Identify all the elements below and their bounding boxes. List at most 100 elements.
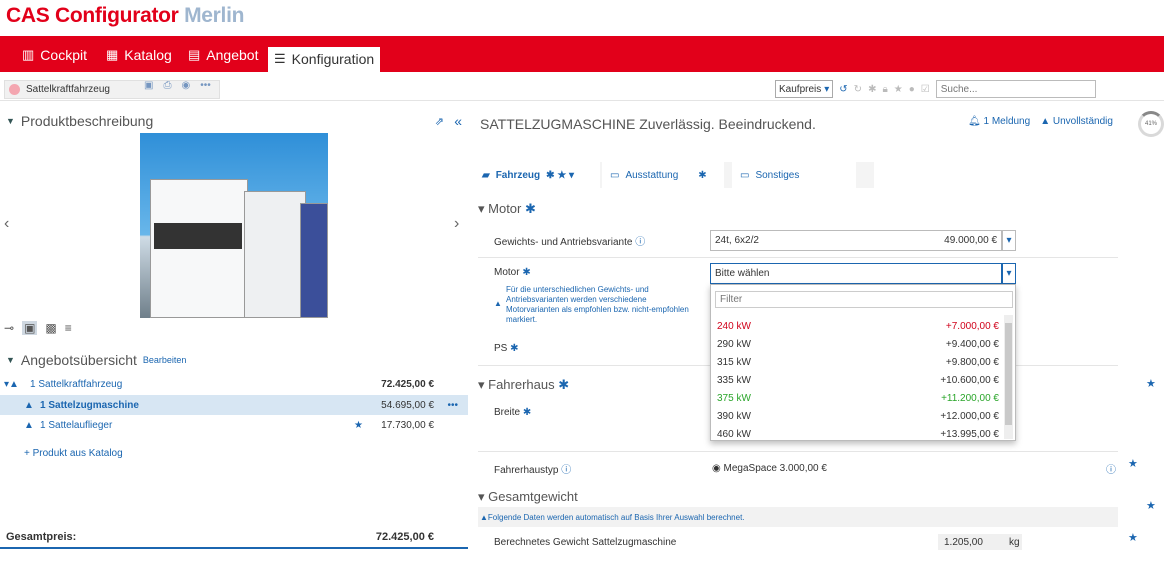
undo-icon[interactable]: ↺ [839, 84, 847, 95]
list-item[interactable]: ▾▲ 1 Sattelkraftfahrzeug 72.425,00 € [0, 374, 468, 394]
star-icon[interactable]: ★ [1128, 457, 1138, 470]
tab-angebot[interactable]: ▤ Angebot [184, 47, 262, 72]
field1-label: Gewichts- und Antriebsvariante [494, 237, 633, 248]
tab-ausstattung[interactable]: ▭ Ausstattung ✱ [602, 162, 724, 188]
eye-icon[interactable]: ◉ [181, 80, 190, 91]
tab-label: Angebot [206, 47, 259, 63]
dropdown-option[interactable]: 315 kW +9.800,00 € [715, 353, 1001, 371]
tab-cockpit[interactable]: ▥ Cockpit [18, 47, 91, 72]
add-product-link[interactable]: + Produkt aus Katalog [24, 443, 123, 463]
progress-ring: 41% [1138, 111, 1164, 137]
row-label: 1 Sattelkraftfahrzeug [30, 378, 123, 390]
fahrerhaustyp-option[interactable]: ◉ MegaSpace 3.000,00 € [712, 463, 827, 474]
info-text: Folgende Daten werden automatisch auf Ba… [487, 512, 745, 522]
tab-label: Sonstiges [755, 169, 800, 181]
section-angebotsuebersicht[interactable]: ▼ Angebotsübersicht Bearbeiten [6, 352, 186, 368]
section-produktbeschreibung[interactable]: ▼ Produktbeschreibung ⇗ « [6, 113, 466, 129]
edit-link[interactable]: Bearbeiten [143, 355, 187, 365]
list-item[interactable]: ▲ 1 Sattelauflieger ★ 17.730,00 € [0, 415, 468, 435]
group-gesamtgewicht[interactable]: ▾ Gesamtgewicht [478, 489, 578, 505]
brand-word-configurator: Configurator [55, 4, 179, 27]
list-icon[interactable]: ≡ [65, 321, 72, 335]
print-icon[interactable]: ⎙ [163, 80, 171, 91]
option-price: +11.200,00 € [941, 392, 999, 404]
tab-label: Ausstattung [625, 169, 679, 181]
status-bar: 🔔︎ 1 Meldung ▲ Unvollständig [968, 116, 1113, 127]
search-input[interactable] [935, 80, 1096, 98]
motor-select[interactable]: Bitte wählen [710, 263, 1002, 284]
dropdown-option[interactable]: 290 kW +9.400,00 € [715, 335, 1001, 353]
star-icon[interactable]: ★ [1146, 377, 1156, 390]
app-title: CAS Configurator Merlin [6, 4, 244, 34]
star-icon[interactable]: ★ [1128, 531, 1138, 544]
warning-icon: ▲ [24, 419, 34, 431]
star-icon[interactable]: ★ [894, 84, 903, 95]
info-box: ▲ Folgende Daten werden automatisch auf … [478, 507, 1118, 527]
collapse-icon[interactable]: « [454, 113, 462, 129]
scrollbar-thumb[interactable] [1005, 323, 1012, 425]
info-icon[interactable]: ⓘ [561, 465, 571, 476]
list-item-selected[interactable]: ▲ 1 Sattelzugmaschine 54.695,00 € ••• [0, 395, 468, 415]
dropdown-option[interactable]: 375 kW +11.200,00 € [715, 389, 1001, 407]
price-mode-label: Kaufpreis [779, 83, 822, 95]
group-fahrerhaus[interactable]: ▾ Fahrerhaus ✱ [478, 377, 569, 393]
lock-icon[interactable]: 🔒︎ [882, 84, 887, 95]
landscape-icon[interactable]: ▩ [45, 321, 56, 335]
prev-image-icon[interactable]: ‹ [4, 215, 9, 233]
price-mode-select[interactable]: Kaufpreis ▾ [775, 80, 834, 98]
field1-dropdown-button[interactable]: ▾ [1002, 230, 1016, 251]
tab-sonstiges[interactable]: ▭ Sonstiges [732, 162, 856, 188]
section-title: Produktbeschreibung [20, 113, 154, 129]
info-icon[interactable]: ⓘ [635, 237, 645, 248]
filter-input[interactable] [715, 291, 1013, 308]
tab-label: Cockpit [40, 47, 87, 63]
info-icon[interactable]: ⓘ [1106, 461, 1116, 476]
fahrerhaustyp-label: Fahrerhaustyp ⓘ [494, 461, 571, 476]
image-icon[interactable]: ▣ [22, 321, 38, 335]
field1-value: 24t, 6x2/2 [715, 235, 759, 246]
folder-icon: ▭ [610, 169, 620, 181]
tab-fahrzeug[interactable]: ▰ Fahrzeug ✱ ★ ▾ [474, 162, 600, 188]
checkbox-icon[interactable]: ☑ [921, 84, 930, 95]
fahrerhaustyp-value: MegaSpace [723, 463, 777, 474]
tab-katalog[interactable]: ▦ Katalog [102, 47, 176, 72]
status-link[interactable]: ▲ Unvollständig [1040, 116, 1113, 127]
dropdown-option[interactable]: 390 kW +12.000,00 € [715, 407, 1001, 425]
dropdown-option[interactable]: 460 kW +13.995,00 € [715, 425, 1001, 443]
star-icon[interactable]: ★ [354, 420, 363, 431]
option-label: 460 kW [717, 428, 751, 440]
next-image-icon[interactable]: › [454, 215, 459, 233]
motor-dropdown-button[interactable]: ▾ [1002, 263, 1016, 284]
asterisk-icon: ✱ [698, 169, 707, 181]
motor-label-text: Motor [494, 267, 520, 278]
motor-dropdown-list: 240 kW +7.000,00 € 290 kW +9.400,00 € 315 … [710, 284, 1016, 441]
dropdown-scrollbar[interactable] [1004, 315, 1013, 439]
field1-select[interactable]: 24t, 6x2/2 49.000,00 € [710, 230, 1002, 251]
total-label: Gesamtpreis: [6, 531, 77, 543]
redo-icon[interactable]: ↻ [854, 84, 862, 95]
calc-label: Berechnetes Gewicht Sattelzugmaschine [494, 537, 676, 548]
divider [478, 451, 1118, 452]
radio-selected-icon: ◉ [712, 463, 721, 474]
tab-label: Fahrzeug [495, 169, 541, 181]
dropdown-option[interactable]: 240 kW +7.000,00 € [715, 317, 1001, 335]
main-nav: ▥ Cockpit ▦ Katalog ▤ Angebot ☰ Konfiguratio… [0, 36, 1164, 287]
messages-link[interactable]: 🔔︎ 1 Meldung [968, 116, 1030, 127]
option-label: 315 kW [717, 356, 751, 368]
save-icon[interactable]: ▣ [144, 80, 153, 91]
external-link-icon[interactable]: ⇗ [435, 115, 444, 128]
dot-icon[interactable]: ● [909, 84, 915, 95]
view-switcher: ⊸ ▣ ▩ ≡ [4, 321, 72, 335]
star-icon[interactable]: ★ [1146, 499, 1156, 512]
brand-word-merlin: Merlin [184, 4, 245, 27]
group-motor[interactable]: ▾ Motor ✱ [478, 201, 536, 217]
folder-open-icon: ▰ [482, 169, 490, 181]
dropdown-option[interactable]: 335 kW +10.600,00 € [715, 371, 1001, 389]
more-icon[interactable]: ••• [200, 80, 211, 91]
motor-value: Bitte wählen [715, 268, 770, 279]
truck-icon[interactable]: ⊸ [4, 321, 14, 335]
more-icon[interactable]: ••• [447, 400, 458, 411]
asterisk-icon[interactable]: ✱ [868, 84, 876, 95]
folder-icon: ▭ [740, 169, 750, 181]
tab-konfiguration[interactable]: ☰ Konfiguration [268, 47, 381, 72]
